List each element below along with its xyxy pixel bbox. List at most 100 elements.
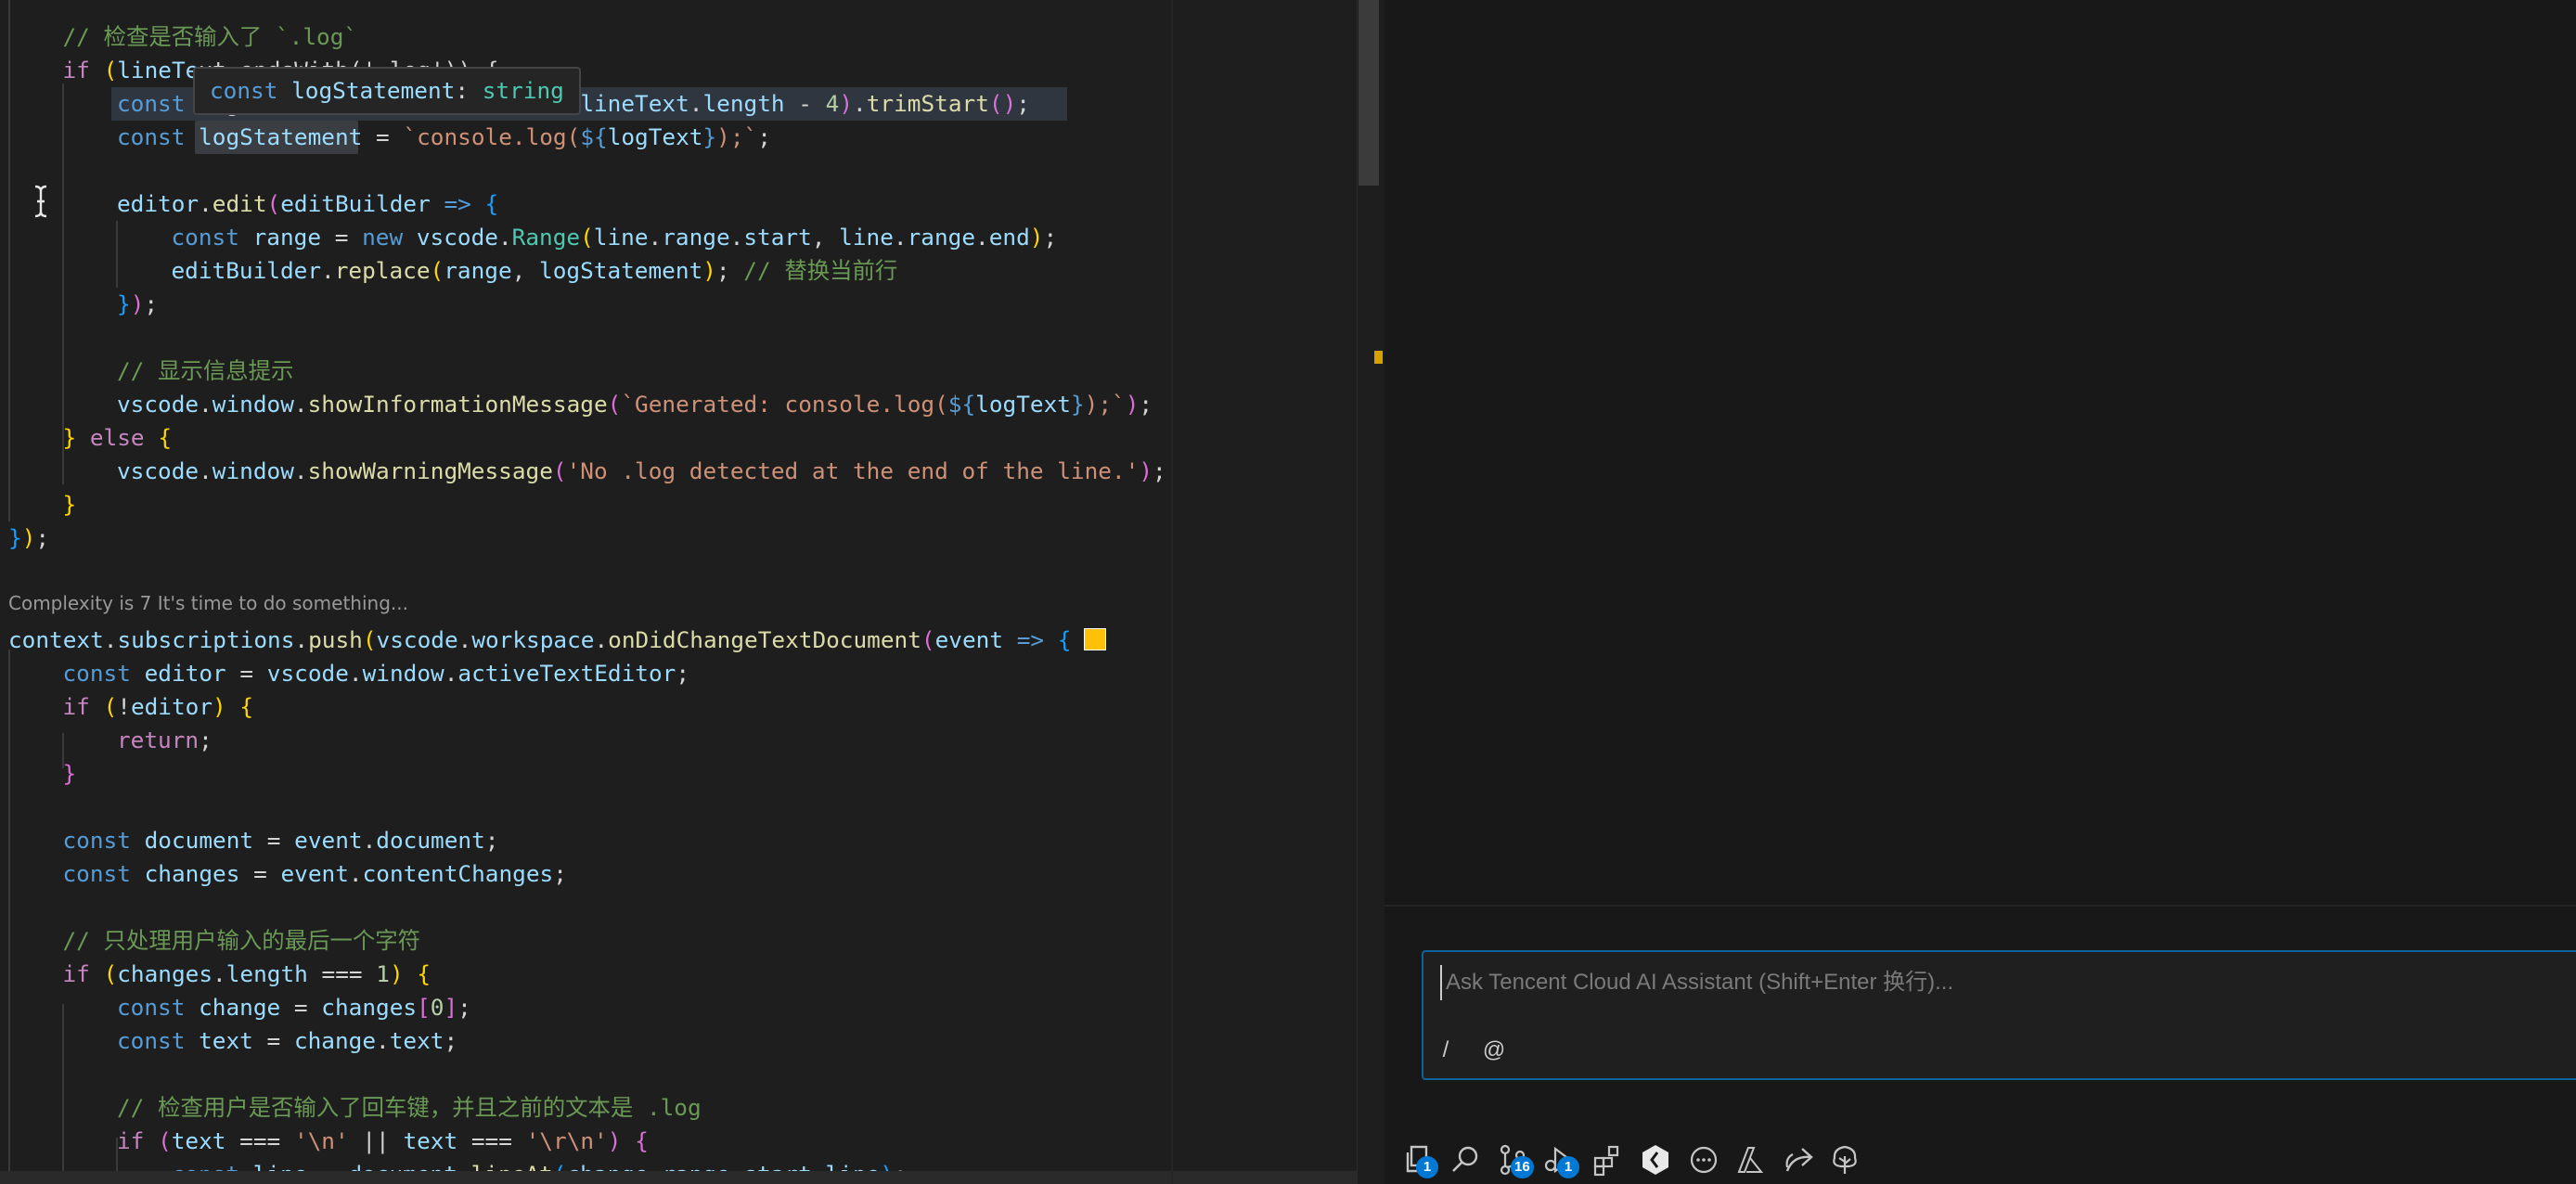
code-token: const: [62, 860, 131, 887]
code-line[interactable]: if (changes.length === 1) {: [63, 958, 431, 991]
code-token: -: [784, 90, 826, 117]
code-token: event: [934, 626, 1004, 653]
code-token: .: [199, 391, 213, 418]
code-line[interactable]: vscode.window.showInformationMessage(`Ge…: [117, 388, 1153, 421]
code-token: event: [294, 827, 363, 854]
code-token: const: [62, 827, 131, 854]
code-editor[interactable]: // 检查是否输入了 `.log`if (lineText.endsWith('…: [0, 0, 1357, 1184]
code-token: logText: [975, 391, 1071, 418]
code-token: (: [103, 960, 118, 987]
codelens-complexity[interactable]: Complexity is 7 It's time to do somethin…: [8, 588, 408, 618]
scrollbar-thumb[interactable]: [1359, 0, 1379, 186]
code-token: .: [294, 626, 309, 653]
code-token: .: [293, 391, 308, 418]
code-line[interactable]: context.subscriptions.push(vscode.worksp…: [8, 624, 1107, 657]
code-token: .: [199, 457, 213, 484]
chat-input-box[interactable]: / @: [1422, 950, 2576, 1080]
code-token: }: [62, 424, 77, 451]
code-token: ;: [1016, 90, 1030, 117]
code-line[interactable]: const logStatement = `console.log(${logT…: [117, 121, 771, 154]
code-line[interactable]: });: [117, 288, 158, 321]
code-token: replace: [334, 257, 431, 284]
code-token: (: [580, 224, 594, 251]
code-line[interactable]: // 只处理用户输入的最后一个字符: [63, 924, 421, 958]
code-token: if: [62, 960, 90, 987]
code-token: ;: [484, 827, 499, 854]
code-token: start: [743, 224, 812, 251]
code-line[interactable]: }: [63, 757, 77, 791]
code-token: changes: [321, 994, 418, 1021]
code-line[interactable]: } else {: [63, 421, 173, 455]
code-token: (: [921, 626, 935, 653]
codebuddy-icon[interactable]: [1637, 1141, 1674, 1178]
code-token: `console.log(: [403, 123, 581, 150]
code-token: const: [62, 660, 131, 687]
chat-input[interactable]: [1440, 965, 2561, 1000]
horizontal-scrollbar[interactable]: [0, 1171, 1357, 1184]
extensions-icon[interactable]: [1589, 1141, 1626, 1178]
code-token: range: [907, 224, 976, 251]
code-token: 0: [430, 994, 444, 1021]
code-token: {: [484, 190, 499, 217]
code-line[interactable]: vscode.window.showWarningMessage('No .lo…: [117, 455, 1166, 488]
code-line[interactable]: // 检查用户是否输入了回车键，并且之前的文本是 .log: [117, 1091, 702, 1125]
code-token: 1: [376, 960, 390, 987]
code-line[interactable]: const changes = event.contentChanges;: [63, 857, 567, 891]
code-token: contentChanges: [362, 860, 554, 887]
code-line[interactable]: const document = event.document;: [63, 824, 499, 857]
code-token: document: [376, 827, 485, 854]
code-line[interactable]: const editor = vscode.window.activeTextE…: [63, 657, 690, 690]
code-line[interactable]: }: [63, 488, 77, 521]
slash-command-button[interactable]: /: [1433, 1034, 1459, 1067]
code-token: editor: [144, 660, 226, 687]
hover-tooltip: const logStatement: string: [193, 67, 581, 115]
code-line[interactable]: const range = new vscode.Range(line.rang…: [172, 221, 1058, 254]
azure-icon[interactable]: [1732, 1141, 1769, 1178]
code-token: );`: [1084, 391, 1126, 418]
code-line[interactable]: // 检查是否输入了 `.log`: [63, 20, 358, 54]
editor-split-divider[interactable]: [1171, 0, 1173, 1184]
code-line[interactable]: const text = change.text;: [117, 1024, 457, 1058]
search-icon[interactable]: [1448, 1141, 1485, 1178]
code-line[interactable]: });: [8, 521, 49, 555]
chat-bubble-icon[interactable]: [1685, 1141, 1722, 1178]
live-share-icon[interactable]: [1780, 1141, 1817, 1178]
code-token: const: [117, 123, 186, 150]
code-token: ;: [444, 1027, 458, 1054]
code-token: change: [293, 1027, 377, 1054]
code-token: =: [280, 994, 322, 1021]
code-token: const: [171, 224, 239, 251]
code-token: edit: [212, 190, 267, 217]
code-token: .: [729, 224, 744, 251]
tree-icon[interactable]: [1826, 1141, 1863, 1178]
mention-button[interactable]: @: [1481, 1034, 1507, 1067]
code-token: line: [593, 224, 649, 251]
code-line[interactable]: return;: [117, 724, 213, 757]
code-token: .: [362, 827, 377, 854]
code-token: length: [225, 960, 308, 987]
code-line[interactable]: // 显示信息提示: [117, 354, 293, 388]
code-line[interactable]: editor.edit(editBuilder => {: [117, 187, 498, 221]
code-token: }: [62, 760, 77, 787]
code-line[interactable]: editBuilder.replace(range, logStatement)…: [172, 254, 898, 288]
code-token: .: [103, 626, 118, 653]
code-token: .: [893, 224, 908, 251]
code-line[interactable]: if (!editor) {: [63, 690, 254, 724]
code-token: document: [144, 827, 254, 854]
code-token: }: [1070, 391, 1085, 418]
code-token: showWarningMessage: [307, 457, 553, 484]
color-swatch-icon[interactable]: [1084, 628, 1107, 650]
code-token: ): [213, 693, 226, 720]
code-line[interactable]: if (text === '\n' || text === '\r\n') {: [117, 1125, 649, 1158]
hover-name: logStatement: [291, 77, 456, 104]
code-token: vscode: [266, 660, 349, 687]
code-line[interactable]: const change = changes[0];: [117, 991, 471, 1024]
code-token: range: [662, 224, 730, 251]
